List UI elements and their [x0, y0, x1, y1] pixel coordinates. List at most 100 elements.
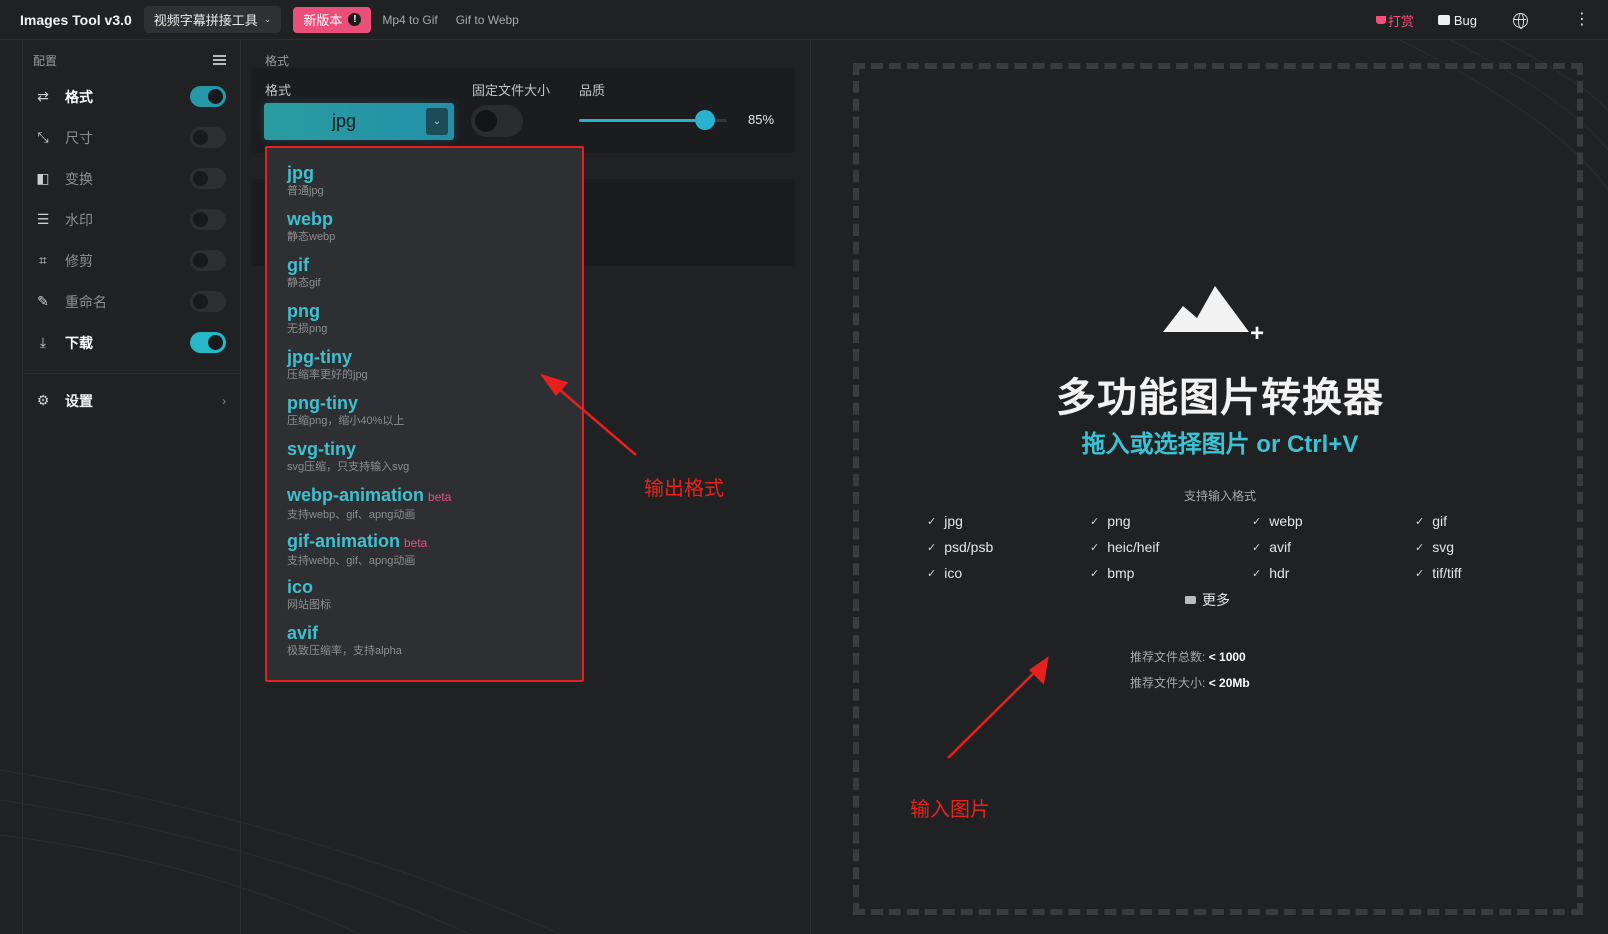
format-option-name: webp-animation beta	[287, 484, 582, 508]
download-toggle[interactable]	[190, 332, 226, 353]
format-option-label: jpg-tiny	[287, 347, 352, 367]
format-name: tif/tiff	[1432, 565, 1462, 581]
check-icon: ✓	[927, 567, 937, 580]
fixed-size-toggle[interactable]	[471, 105, 523, 137]
format-option[interactable]: png 无损png	[287, 300, 582, 346]
format-option-name: gif-animation beta	[287, 530, 582, 554]
resize-icon: ⤡	[37, 129, 49, 145]
sidebar-item-format[interactable]: ⇄ 格式	[23, 76, 240, 117]
quality-slider-thumb[interactable]	[694, 110, 715, 130]
supported-format-item: ✓ avif	[1252, 538, 1415, 556]
format-option-name: avif	[287, 622, 582, 644]
format-option-label: svg-tiny	[287, 439, 357, 459]
sidebar-item-size[interactable]: ⤡ 尺寸	[23, 117, 240, 158]
format-option[interactable]: webp 静态webp	[287, 208, 582, 254]
format-option[interactable]: jpg 普通jpg	[287, 162, 582, 208]
format-option[interactable]: ico 网站图标	[287, 576, 582, 622]
sidebar-item-label: 重命名	[65, 293, 107, 310]
sidebar-header: 配置	[23, 40, 240, 76]
format-option[interactable]: jpg-tiny 压缩率更好的jpg	[287, 346, 582, 392]
format-option-description: 支持webp、gif、apng动画	[287, 509, 416, 521]
watermark-icon: ☰	[36, 211, 50, 227]
check-icon: ✓	[1090, 541, 1100, 554]
new-version-button[interactable]: 新版本 !	[293, 6, 372, 33]
menu-icon[interactable]	[213, 55, 226, 65]
sidebar-item-label: 格式	[65, 88, 93, 105]
rec-size-value: < 20Mb	[1208, 676, 1250, 690]
sidebar-item-crop[interactable]: ⌗ 修剪	[23, 240, 240, 281]
format-select[interactable]: jpg ⌄	[264, 103, 454, 140]
bug-report-button[interactable]: Bug	[1437, 12, 1477, 28]
chevron-down-icon: ⌄	[426, 108, 448, 135]
recommended-count: 推荐文件总数: < 1000	[1130, 648, 1410, 665]
tool-select-dropdown[interactable]: 视频字幕拼接工具 ⌄	[143, 6, 282, 33]
recommended-size: 推荐文件大小: < 20Mb	[1130, 674, 1410, 691]
beta-badge: beta	[404, 536, 428, 550]
supported-format-item: ✓ ico	[927, 564, 1090, 582]
format-name: bmp	[1107, 565, 1135, 581]
rec-count-label: 推荐文件总数:	[1130, 650, 1206, 664]
rec-size-label: 推荐文件大小:	[1130, 676, 1206, 690]
format-name: avif	[1269, 539, 1292, 555]
check-icon: ✓	[1090, 567, 1100, 580]
format-section-label: 格式	[265, 54, 290, 68]
format-option-name: png-tiny	[287, 392, 582, 414]
fixed-size-label: 固定文件大小	[472, 83, 551, 98]
check-icon: ✓	[1090, 515, 1100, 528]
format-option[interactable]: webp-animation beta 支持webp、gif、apng动画	[287, 484, 582, 530]
rename-toggle[interactable]	[190, 291, 226, 312]
format-option[interactable]: gif-animation beta 支持webp、gif、apng动画	[287, 530, 582, 576]
hero-subtitle: 拖入或选择图片 or Ctrl+V	[1081, 431, 1359, 458]
format-option-description: 静态gif	[287, 277, 321, 289]
quality-value: 85%	[748, 112, 775, 127]
size-toggle[interactable]	[190, 127, 226, 148]
format-name: ico	[944, 565, 963, 581]
sidebar-item-watermark[interactable]: ☰ 水印	[23, 199, 240, 240]
format-option[interactable]: gif 静态gif	[287, 254, 582, 300]
crop-toggle[interactable]	[190, 250, 226, 271]
supported-format-item: ✓ png	[1090, 512, 1252, 530]
quality-slider[interactable]	[579, 110, 727, 130]
check-icon: ✓	[927, 515, 937, 528]
chevron-right-icon: ›	[222, 393, 226, 408]
format-name: gif	[1432, 513, 1448, 529]
format-option-name: ico	[287, 576, 582, 598]
transform-toggle[interactable]	[190, 168, 226, 189]
check-icon: ✓	[1252, 515, 1262, 528]
check-icon: ✓	[1252, 541, 1262, 554]
more-formats-button[interactable]: 更多	[1185, 590, 1230, 610]
config-sidebar: 配置 ⇄ 格式 ⤡ 尺寸 ◧ 变换 ☰ 水印 ⌗ 修剪 ✎ 重命名 ⤓ 下载 ⚙…	[22, 40, 241, 934]
supported-format-item: ✓ tif/tiff	[1415, 564, 1578, 582]
watermark-toggle[interactable]	[190, 209, 226, 230]
format-option-name: jpg	[287, 162, 582, 184]
sidebar-item-download[interactable]: ⤓ 下载	[23, 322, 240, 363]
language-globe-icon[interactable]	[1513, 12, 1528, 29]
sidebar-item-label: 修剪	[65, 252, 93, 269]
supported-format-item: ✓ heic/heif	[1090, 538, 1252, 556]
crop-icon: ⌗	[39, 252, 47, 268]
format-option-label: ico	[287, 577, 314, 597]
beta-badge: beta	[428, 490, 452, 504]
format-option[interactable]: svg-tiny svg压缩，只支持输入svg	[287, 438, 582, 484]
sidebar-item-rename[interactable]: ✎ 重命名	[23, 281, 240, 322]
format-option[interactable]: png-tiny 压缩png，缩小40%以上	[287, 392, 582, 438]
gif-to-webp-link[interactable]: Gif to Webp	[456, 13, 519, 27]
donate-button[interactable]: 打赏	[1375, 11, 1414, 30]
supported-format-item: ✓ svg	[1415, 538, 1578, 556]
bug-label: Bug	[1453, 12, 1477, 28]
rec-count-value: < 1000	[1208, 650, 1246, 664]
mp4-to-gif-link[interactable]: Mp4 to Gif	[382, 13, 437, 27]
sidebar-item-transform[interactable]: ◧ 变换	[23, 158, 240, 199]
format-label: 格式	[265, 83, 292, 98]
format-option-name: gif	[287, 254, 582, 276]
sidebar-item-settings[interactable]: ⚙ 设置 ›	[23, 380, 240, 421]
format-toggle[interactable]	[190, 86, 226, 107]
format-name: heic/heif	[1107, 539, 1160, 555]
format-option-description: svg压缩，只支持输入svg	[287, 461, 410, 473]
format-option[interactable]: avif 极致压缩率，支持alpha	[287, 622, 582, 668]
supported-format-item: ✓ psd/psb	[927, 538, 1090, 556]
tool-select-label: 视频字幕拼接工具	[153, 13, 258, 28]
more-menu-icon[interactable]: ⋮	[1574, 12, 1590, 28]
sidebar-item-label: 下载	[65, 334, 93, 351]
format-name: jpg	[944, 513, 963, 529]
